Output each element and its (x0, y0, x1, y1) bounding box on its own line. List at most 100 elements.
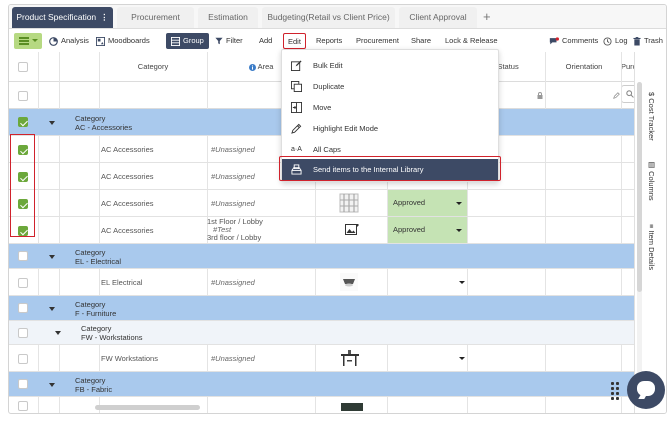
group-row-fw[interactable]: Category FW - Workstations (9, 321, 634, 345)
edit-dropdown-menu: Bulk Edit Duplicate Move Highlight Edit … (281, 49, 499, 182)
comments-button[interactable]: Comments (549, 33, 598, 49)
status-select[interactable]: Approved (388, 217, 467, 243)
product-thumbnail[interactable] (339, 272, 359, 292)
edit-button[interactable]: Edit (283, 33, 306, 49)
group-checkbox[interactable] (18, 328, 28, 338)
tab-more-icon[interactable]: ⋮ (100, 7, 109, 28)
cost-tracker-tab[interactable]: $ Cost Tracker (647, 92, 656, 141)
tab-budgeting[interactable]: Budgeting(Retail vs Client Price) (262, 7, 395, 28)
tab-product-specification[interactable]: Product Specification ⋮ (12, 7, 113, 28)
filter-icon (215, 37, 223, 45)
tab-procurement[interactable]: Procurement (117, 7, 194, 28)
group-button[interactable]: Group (166, 33, 209, 49)
row-checkbox[interactable] (18, 145, 28, 155)
group-label: Category AC - Accessories (75, 114, 133, 132)
status-value: Approved (393, 225, 426, 234)
scrollbar-thumb[interactable] (637, 82, 642, 292)
collapse-caret-icon[interactable] (55, 331, 61, 335)
lock-icon (537, 92, 543, 99)
trash-label: Trash (644, 36, 663, 45)
group-row-el[interactable]: Category EL - Electrical (9, 244, 634, 269)
row-checkbox[interactable] (18, 199, 28, 209)
category-cell: AC Accessories (101, 145, 154, 154)
columns-tab[interactable]: ▥ Columns (647, 160, 656, 201)
moodboards-button[interactable]: Moodboards (96, 33, 150, 49)
menu-item-duplicate[interactable]: Duplicate (282, 76, 498, 97)
column-header-purchase[interactable]: Purc (621, 52, 634, 82)
table-row[interactable]: AC Accessories 1st Floor / Lobby #Test 3… (9, 217, 634, 244)
row-checkbox[interactable] (18, 401, 28, 411)
product-thumbnail[interactable] (341, 403, 363, 411)
product-thumbnail[interactable] (339, 348, 361, 368)
table-row[interactable]: AC Accessories #Unassigned Approved (9, 190, 634, 217)
collapse-caret-icon[interactable] (49, 255, 55, 259)
row-checkbox[interactable] (18, 172, 28, 182)
filter-label: Filter (226, 36, 243, 45)
menu-item-highlight-edit-mode[interactable]: Highlight Edit Mode (282, 118, 498, 139)
row-checkbox[interactable] (18, 354, 28, 364)
log-button[interactable]: Log (603, 33, 628, 49)
reports-button[interactable]: Reports (316, 33, 342, 49)
group-checkbox[interactable] (18, 117, 28, 127)
share-button[interactable]: Share (411, 33, 431, 49)
lock-release-button[interactable]: Lock & Release (445, 33, 498, 49)
status-select[interactable]: Approved (388, 190, 467, 216)
menu-item-label: All Caps (313, 145, 341, 154)
tab-estimation[interactable]: Estimation (198, 7, 258, 28)
row-checkbox[interactable] (18, 226, 28, 236)
pencil-icon[interactable] (613, 92, 620, 99)
drag-handle-icon[interactable] (611, 382, 621, 400)
menu-item-label: Highlight Edit Mode (313, 124, 379, 133)
menu-item-label: Send items to the Internal Library (313, 165, 424, 174)
add-image-icon[interactable] (345, 224, 359, 236)
add-button[interactable]: Add (259, 33, 272, 49)
group-checkbox[interactable] (18, 303, 28, 313)
group-checkbox[interactable] (18, 251, 28, 261)
table-row[interactable]: FW Workstations #Unassigned (9, 345, 634, 372)
row-checkbox[interactable] (18, 278, 28, 288)
moodboards-label: Moodboards (108, 36, 150, 45)
purchase-search-input[interactable] (621, 85, 634, 103)
history-icon (603, 36, 612, 46)
category-cell: AC Accessories (101, 199, 154, 208)
group-row-f[interactable]: Category F - Furniture (9, 296, 634, 321)
product-thumbnail[interactable] (339, 193, 359, 213)
column-header-orientation[interactable]: Orientation (554, 52, 614, 82)
status-value: Approved (393, 198, 426, 207)
category-cell: FW Workstations (101, 354, 158, 363)
filter-checkbox[interactable] (18, 91, 28, 101)
menu-item-bulk-edit[interactable]: Bulk Edit (282, 55, 498, 76)
area-cell: #Unassigned (211, 278, 255, 287)
status-dropdown-icon[interactable] (459, 281, 465, 284)
menu-item-label: Duplicate (313, 82, 345, 91)
trash-button[interactable]: Trash (633, 33, 663, 49)
column-header-category[interactable]: Category (99, 52, 207, 82)
select-all-checkbox[interactable] (18, 62, 28, 72)
menu-item-move[interactable]: Move (282, 97, 498, 118)
collapse-caret-icon[interactable] (49, 383, 55, 387)
procurement-button[interactable]: Procurement (356, 33, 399, 49)
library-send-icon (291, 164, 302, 175)
analysis-button[interactable]: Analysis (49, 33, 89, 49)
group-row-fb[interactable]: Category FB - Fabric (9, 372, 634, 397)
menu-item-send-to-internal-library[interactable]: Send items to the Internal Library (282, 159, 498, 180)
group-label: Category EL - Electrical (75, 248, 121, 266)
horizontal-scrollbar-thumb[interactable] (95, 405, 200, 410)
tab-bar: Product Specification ⋮ Procurement Estim… (9, 5, 666, 29)
vertical-scrollbar[interactable] (637, 82, 642, 382)
filter-button[interactable]: Filter (215, 33, 243, 49)
area-cell: #Unassigned (211, 199, 255, 208)
status-dropdown-icon[interactable] (459, 357, 465, 360)
collapse-caret-icon[interactable] (49, 307, 55, 311)
item-details-tab[interactable]: ≡ Item Details (647, 224, 656, 270)
add-tab-button[interactable]: + (483, 7, 491, 27)
collapse-caret-icon[interactable] (49, 121, 55, 125)
group-checkbox[interactable] (18, 379, 28, 389)
chat-button[interactable] (627, 371, 665, 409)
area-cell: #Unassigned (211, 354, 255, 363)
table-row[interactable]: EL Electrical #Unassigned (9, 269, 634, 296)
tab-client-approval[interactable]: Client Approval (399, 7, 477, 28)
menu-item-all-caps[interactable]: a·A All Caps (282, 139, 498, 160)
analysis-icon (49, 36, 58, 46)
view-menu-button[interactable] (14, 33, 42, 49)
